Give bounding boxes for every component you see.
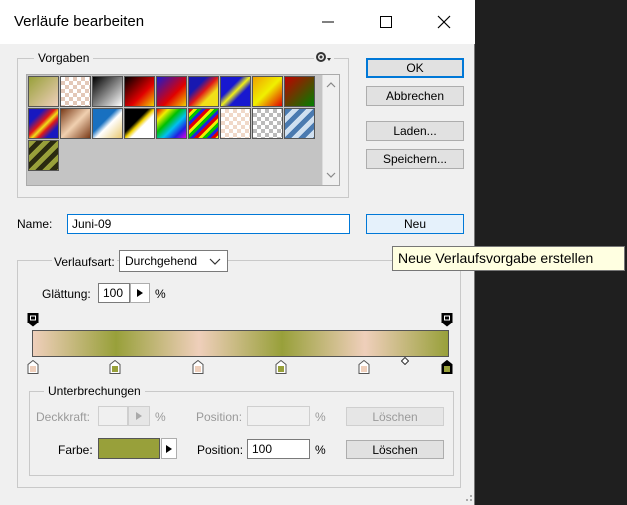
gradient-type-select[interactable]: Durchgehend: [119, 250, 228, 272]
preset-swatch[interactable]: [60, 108, 91, 139]
preset-swatch[interactable]: [156, 108, 187, 139]
opacity-stop-right[interactable]: [441, 313, 453, 327]
smoothness-unit: %: [155, 287, 166, 301]
gradient-type-label: Verlaufsart:: [52, 255, 117, 269]
opacity-input[interactable]: [98, 406, 128, 426]
color-stop[interactable]: [275, 360, 287, 374]
preset-swatch[interactable]: [188, 108, 219, 139]
color-stop[interactable]: [358, 360, 370, 374]
title-bar: Verläufe bearbeiten: [0, 0, 475, 44]
preset-swatch[interactable]: [124, 76, 155, 107]
color-stop[interactable]: [109, 360, 121, 374]
minimize-icon: [322, 21, 334, 23]
triangle-right-icon: [137, 289, 143, 297]
smoothness-flyout-button[interactable]: [130, 283, 150, 303]
new-button-tooltip: Neue Verlaufsvorgabe erstellen: [392, 246, 625, 271]
preset-swatch[interactable]: [124, 108, 155, 139]
minimize-button[interactable]: [306, 6, 350, 38]
presets-menu-button[interactable]: [314, 50, 334, 64]
preset-swatch[interactable]: [92, 108, 123, 139]
preset-swatch[interactable]: [220, 76, 251, 107]
color-label: Farbe:: [58, 443, 93, 457]
close-icon: [437, 15, 451, 29]
preset-swatch[interactable]: [284, 76, 315, 107]
resize-grip-icon[interactable]: [463, 492, 473, 502]
opacity-label: Deckkraft:: [36, 410, 91, 424]
scroll-down-icon[interactable]: [323, 167, 339, 183]
name-label: Name:: [17, 217, 53, 231]
preset-swatch[interactable]: [92, 76, 123, 107]
maximize-icon: [380, 16, 392, 28]
opacity-flyout-button[interactable]: [128, 406, 150, 426]
stops-group: [29, 391, 454, 476]
preset-swatch[interactable]: [28, 76, 59, 107]
gear-icon: [316, 52, 331, 62]
smoothness-input[interactable]: 100: [98, 283, 130, 303]
smoothness-label: Glättung:: [42, 287, 91, 301]
triangle-right-icon: [136, 412, 142, 420]
preset-swatch[interactable]: [284, 108, 315, 139]
presets-scrollbar[interactable]: [322, 75, 339, 185]
ok-button[interactable]: OK: [366, 58, 464, 78]
name-input[interactable]: Juni-09: [67, 214, 350, 234]
gradient-type-value: Durchgehend: [125, 254, 198, 268]
preset-swatch[interactable]: [252, 76, 283, 107]
load-button[interactable]: Laden...: [366, 121, 464, 141]
scroll-up-icon[interactable]: [323, 77, 339, 93]
preset-swatch[interactable]: [60, 76, 91, 107]
preset-swatch[interactable]: [28, 140, 59, 171]
color-delete-button[interactable]: Löschen: [346, 440, 444, 459]
color-position-unit: %: [315, 443, 326, 457]
opacity-unit: %: [155, 410, 166, 424]
color-stop[interactable]: [27, 360, 39, 374]
preset-swatch[interactable]: [220, 108, 251, 139]
preset-swatch[interactable]: [188, 76, 219, 107]
gradient-preview-bar[interactable]: [32, 330, 449, 357]
color-swatch[interactable]: [98, 438, 160, 459]
close-button[interactable]: [422, 6, 466, 38]
preset-swatches: [26, 74, 340, 186]
chevron-down-icon: [209, 258, 221, 265]
midpoint-diamond-icon[interactable]: [401, 357, 409, 365]
presets-label: Vorgaben: [34, 51, 94, 65]
preset-swatch[interactable]: [28, 108, 59, 139]
opacity-stop-left[interactable]: [27, 313, 39, 327]
stops-label: Unterbrechungen: [44, 384, 145, 398]
preset-swatch[interactable]: [156, 76, 187, 107]
color-flyout-button[interactable]: [161, 438, 177, 459]
maximize-button[interactable]: [364, 6, 408, 38]
opacity-position-input[interactable]: [247, 406, 310, 426]
color-stop-selected[interactable]: [441, 360, 453, 374]
opacity-position-label: Position:: [196, 410, 243, 424]
opacity-position-unit: %: [315, 410, 326, 424]
color-position-input[interactable]: 100: [247, 439, 310, 459]
color-stop[interactable]: [192, 360, 204, 374]
window-title: Verläufe bearbeiten: [14, 13, 145, 30]
cancel-button[interactable]: Abbrechen: [366, 86, 464, 106]
opacity-delete-button[interactable]: Löschen: [346, 407, 444, 426]
new-button[interactable]: Neu: [366, 214, 464, 234]
triangle-right-icon: [166, 444, 172, 453]
save-button[interactable]: Speichern...: [366, 149, 464, 169]
preset-swatch[interactable]: [252, 108, 283, 139]
color-position-label: Position:: [197, 443, 244, 457]
